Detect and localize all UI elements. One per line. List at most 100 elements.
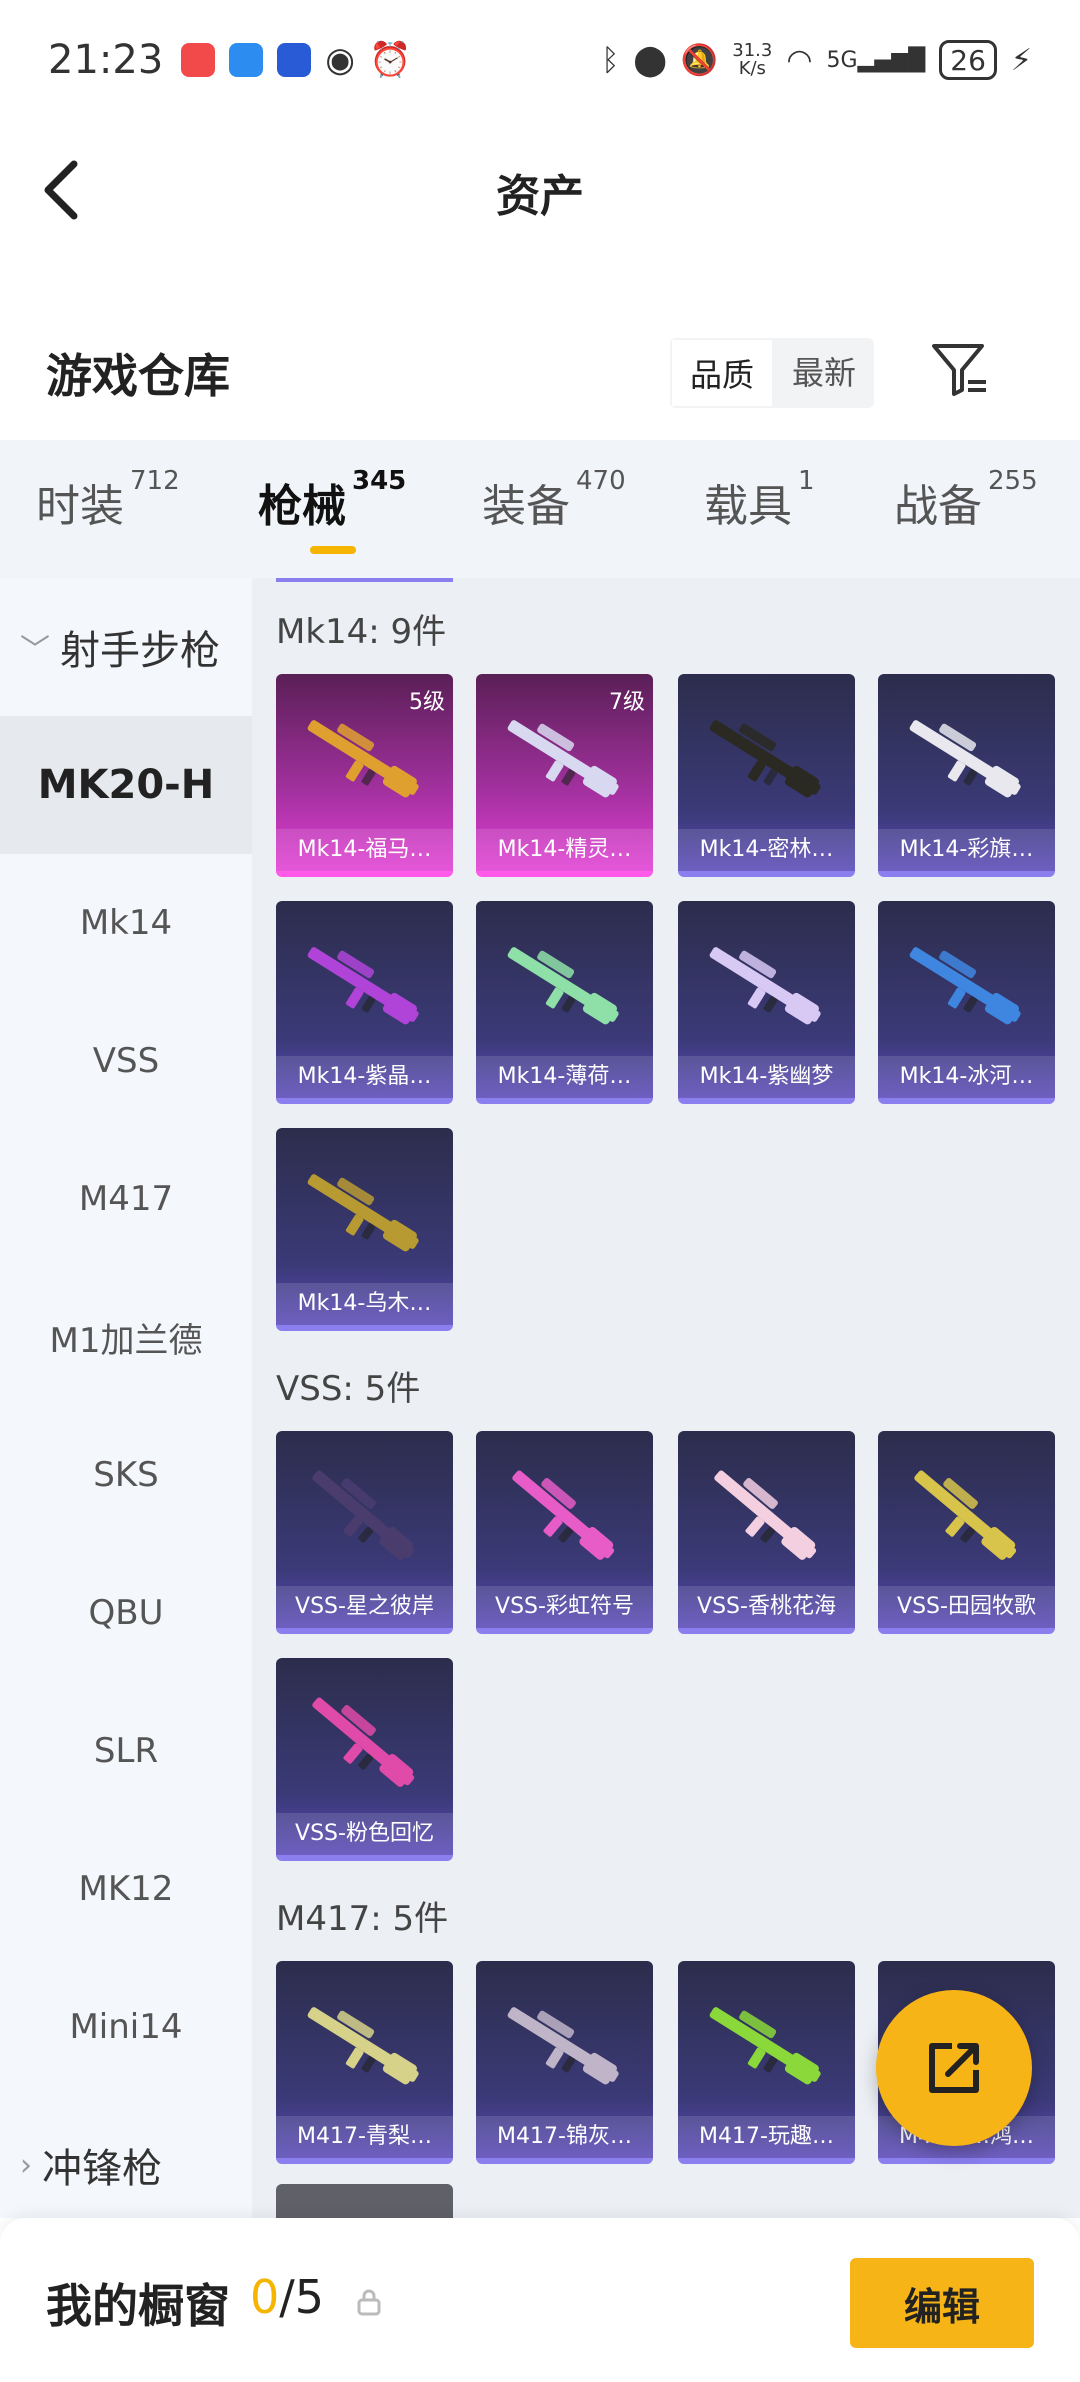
section-title: M417: 5件 (276, 1899, 449, 1939)
eye-icon: ◉ (325, 40, 355, 80)
sidebar-item[interactable]: M417 (0, 1130, 252, 1268)
skin-card[interactable]: Mk14-紫晶… (276, 901, 453, 1104)
sidebar-group-smg[interactable]: › 冲锋枪 (0, 2096, 252, 2218)
filter-icon (932, 344, 986, 396)
skin-card[interactable]: 5级 Mk14-福马… (276, 674, 453, 877)
sidebar-item[interactable]: SLR (0, 1682, 252, 1820)
skin-card[interactable]: VSS-粉色回忆 (276, 1658, 453, 1861)
sidebar-item[interactable]: MK12 (0, 1820, 252, 1958)
skin-card[interactable]: M417-锦灰… (476, 1961, 653, 2164)
tab-fashion[interactable]: 时装 712 (36, 466, 180, 534)
sidebar-item[interactable]: Mk14 (0, 854, 252, 992)
wifi-icon: ◠ (786, 42, 813, 78)
rifle-icon (307, 720, 419, 798)
rifle-icon (709, 720, 821, 798)
skin-card[interactable]: 7级 Mk14-精灵… (476, 674, 653, 877)
sidebar-item[interactable]: Mini14 (0, 1958, 252, 2096)
showcase-bar: 我的橱窗 0/5 编辑 (0, 2218, 1080, 2382)
rifle-icon (312, 1470, 415, 1560)
edit-button[interactable]: 编辑 (850, 2258, 1034, 2348)
notification-app-icon (181, 43, 216, 77)
rifle-icon (507, 2007, 619, 2085)
battery-indicator: 26 (939, 40, 997, 80)
rifle-icon (507, 947, 619, 1025)
skin-name: Mk14-彩旗… (878, 829, 1055, 871)
skin-card[interactable]: Mk14-乌木… (276, 1128, 453, 1331)
status-right: ᛒ ⬤ 🔕 31.3 K/s ◠ 5G▂▄▆█ 26 ⚡ (601, 40, 1032, 80)
skin-card[interactable]: VSS-彩虹符号 (476, 1431, 653, 1634)
signal-icon: 5G▂▄▆█ (826, 47, 926, 73)
section-title: Mk14: 9件 (276, 612, 447, 652)
rifle-icon (307, 1174, 419, 1252)
sort-quality-button[interactable]: 品质 (670, 338, 775, 408)
charging-icon: ⚡ (1010, 42, 1032, 78)
level-badge: 7级 (609, 690, 645, 715)
notification-app2-icon (277, 43, 312, 77)
tab-firearms[interactable]: 枪械 345 (258, 466, 406, 534)
rifle-icon (714, 1470, 817, 1560)
sidebar-item[interactable]: SKS (0, 1406, 252, 1544)
category-tabs: 时装 712 枪械 345 装备 470 载具 1 战备 255 (0, 440, 1080, 578)
top-header: 资产 (0, 120, 1080, 260)
share-button[interactable] (876, 1990, 1032, 2146)
external-link-icon (929, 2043, 979, 2093)
section-title: VSS: 5件 (276, 1369, 421, 1409)
mute-icon: 🔕 (680, 42, 719, 78)
skin-name: Mk14-紫晶… (276, 1056, 453, 1098)
skin-card[interactable]: Mk14-彩旗… (878, 674, 1055, 877)
alarm-icon: ⏰ (368, 40, 412, 80)
sidebar-item[interactable]: MK20-H (0, 716, 252, 854)
sort-toggle: 品质 最新 (670, 338, 875, 408)
sidebar-group-marksman[interactable]: ﹀ 射手步枪 (0, 578, 252, 716)
sidebar-item[interactable]: QBU (0, 1544, 252, 1682)
rifle-icon (507, 720, 619, 798)
skin-name: Mk14-福马… (276, 829, 453, 871)
sidebar-item[interactable]: M1加兰德 (0, 1268, 252, 1406)
tab-equipment[interactable]: 装备 470 (482, 466, 626, 534)
filter-button[interactable] (928, 338, 992, 402)
page-title: 资产 (496, 171, 584, 222)
skin-name: VSS-彩虹符号 (476, 1586, 653, 1628)
rifle-icon (709, 2007, 821, 2085)
skin-name: Mk14-薄荷… (476, 1056, 653, 1098)
skin-card[interactable]: VSS-香桃花海 (678, 1431, 855, 1634)
skin-card[interactable] (276, 2184, 453, 2218)
skin-card[interactable]: Mk14-薄荷… (476, 901, 653, 1104)
status-bar: 21:23 ◉ ⏰ ᛒ ⬤ 🔕 31.3 K/s ◠ 5G▂▄▆█ 26 ⚡ (0, 0, 1080, 120)
chevron-down-icon: ﹀ (20, 633, 50, 668)
skin-card[interactable]: Mk14-冰河… (878, 901, 1055, 1104)
warehouse-header: 游戏仓库 品质 最新 (0, 320, 1080, 420)
skin-name: Mk14-冰河… (878, 1056, 1055, 1098)
tab-vehicles[interactable]: 载具 1 (704, 466, 815, 534)
skin-name: VSS-粉色回忆 (276, 1813, 453, 1855)
skin-name: VSS-田园牧歌 (878, 1586, 1055, 1628)
skin-name: VSS-香桃花海 (678, 1586, 855, 1628)
sidebar-item[interactable]: VSS (0, 992, 252, 1130)
skin-card[interactable]: VSS-星之彼岸 (276, 1431, 453, 1634)
showcase-count: 0/5 (250, 2270, 325, 2324)
showcase-label: 我的橱窗 (46, 2279, 230, 2333)
skin-name: M417-玩趣… (678, 2116, 855, 2158)
rifle-icon (909, 947, 1021, 1025)
skin-card[interactable]: M417-青梨… (276, 1961, 453, 2164)
skin-name: Mk14-密林… (678, 829, 855, 871)
status-time: 21:23 (48, 37, 164, 83)
skin-card[interactable]: Mk14-密林… (678, 674, 855, 877)
notification-cloud-icon (229, 43, 264, 77)
rifle-icon (914, 1470, 1017, 1560)
bluetooth-icon: ᛒ (601, 42, 620, 78)
rifle-icon (312, 1697, 415, 1787)
skin-name: Mk14-乌木… (276, 1283, 453, 1325)
warehouse-title: 游戏仓库 (46, 349, 230, 403)
lock-icon (357, 2289, 381, 2316)
weapon-type-sidebar: ﹀ 射手步枪 MK20-H Mk14 VSS M417 M1加兰德 SKS QBU… (0, 578, 252, 2218)
rifle-icon (512, 1470, 615, 1560)
skin-card[interactable]: Mk14-紫幽梦 (678, 901, 855, 1104)
skin-card[interactable]: VSS-田园牧歌 (878, 1431, 1055, 1634)
skin-name: M417-青梨… (276, 2116, 453, 2158)
tab-supplies[interactable]: 战备 255 (894, 466, 1038, 534)
rifle-icon (909, 720, 1021, 798)
skin-card[interactable]: M417-玩趣… (678, 1961, 855, 2164)
skin-name: Mk14-紫幽梦 (678, 1056, 855, 1098)
sort-latest-button[interactable]: 最新 (774, 338, 874, 408)
